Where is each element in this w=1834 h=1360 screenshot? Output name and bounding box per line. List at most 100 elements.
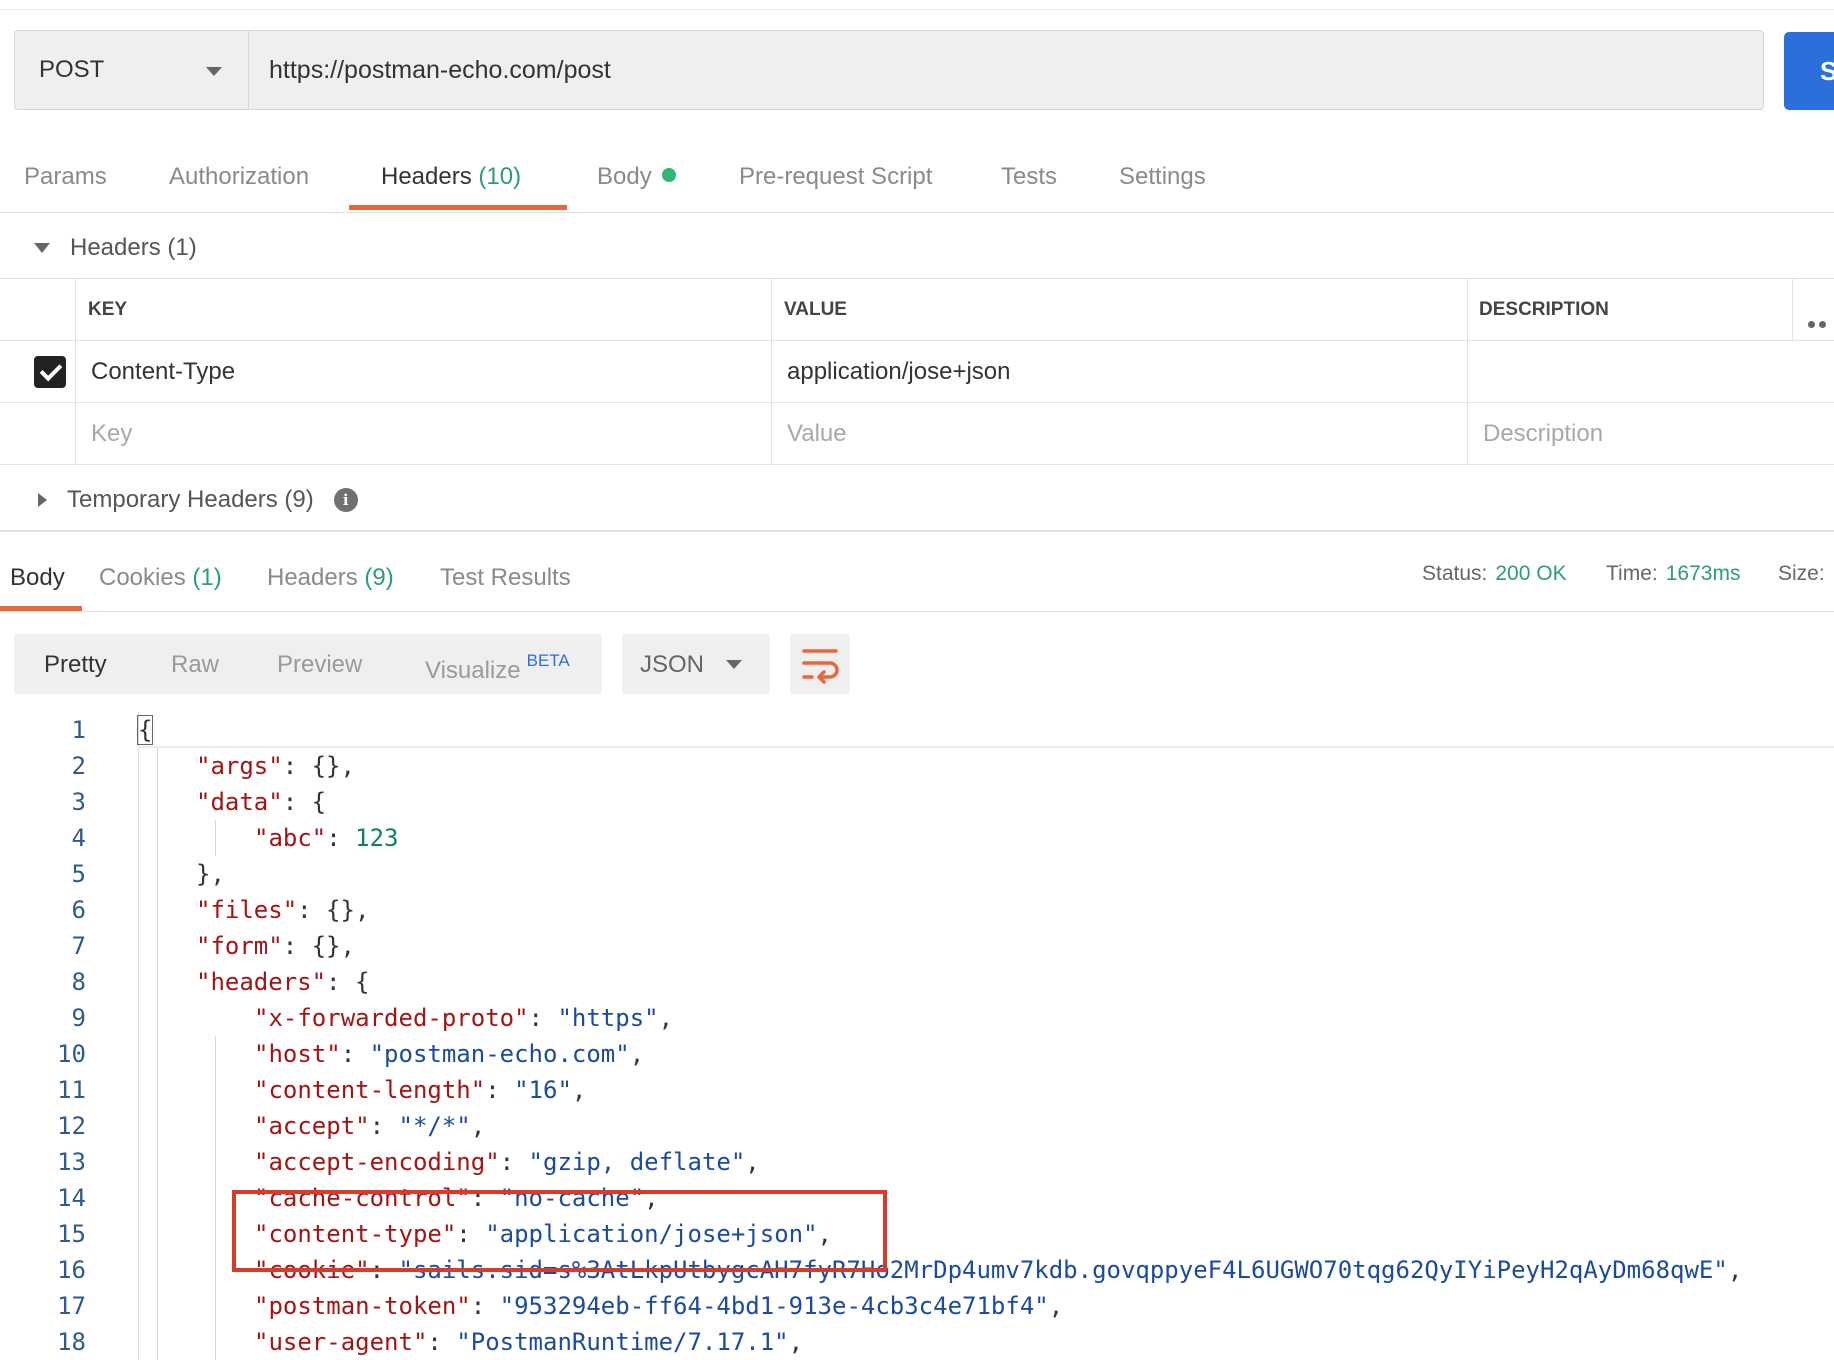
- line-number: 2: [71, 752, 86, 780]
- header-value-cell[interactable]: application/jose+json: [771, 341, 1467, 403]
- header-enabled-checkbox[interactable]: [34, 356, 66, 388]
- active-response-tab-indicator: [0, 606, 82, 611]
- tab-pre-request-script[interactable]: Pre-request Script: [739, 163, 932, 191]
- tab-params[interactable]: Params: [24, 163, 107, 191]
- tab-response-headers[interactable]: Headers (9): [267, 564, 394, 592]
- caret-down-icon: [34, 243, 50, 253]
- code-line: "accept-encoding": "gzip, deflate",: [254, 1148, 760, 1176]
- code-line: "files": {},: [196, 896, 370, 924]
- headers-section-count: (1): [167, 234, 197, 261]
- body-view-modes: Pretty Raw Preview Visualize BETA: [14, 634, 602, 694]
- headers-section-toggle[interactable]: Headers (1): [0, 215, 197, 281]
- format-select[interactable]: JSON: [622, 634, 770, 694]
- new-value-input[interactable]: Value: [771, 403, 1467, 465]
- header-description-cell[interactable]: [1467, 341, 1834, 403]
- mode-visualize[interactable]: Visualize BETA: [425, 651, 570, 685]
- column-description: DESCRIPTION: [1467, 279, 1792, 341]
- temporary-headers-title: Temporary Headers: [67, 486, 278, 513]
- method-label: POST: [39, 56, 105, 83]
- code-line: "abc": 123: [254, 824, 399, 852]
- info-icon[interactable]: i: [333, 488, 358, 512]
- wrap-lines-icon: [802, 649, 839, 684]
- line-number: 8: [71, 968, 86, 996]
- line-number: 15: [57, 1220, 86, 1248]
- line-number: 14: [57, 1184, 86, 1212]
- chevron-down-icon: [726, 660, 742, 669]
- tab-headers-count: (10): [478, 163, 522, 190]
- format-label: JSON: [640, 651, 705, 678]
- tab-test-results[interactable]: Test Results: [440, 564, 571, 592]
- headers-section-title: Headers: [70, 234, 161, 261]
- table-row-new: Key Value Description: [0, 403, 1834, 465]
- send-button[interactable]: S: [1784, 32, 1834, 110]
- line-number: 11: [57, 1076, 86, 1104]
- beta-badge: BETA: [526, 651, 570, 670]
- tab-tests[interactable]: Tests: [1001, 163, 1057, 191]
- code-line: "x-forwarded-proto": "https",: [254, 1004, 674, 1032]
- line-number: 12: [57, 1112, 86, 1140]
- code-line: "postman-token": "953294eb-ff64-4bd1-913…: [254, 1292, 1064, 1320]
- current-line-highlight: [138, 746, 1834, 748]
- line-number: 18: [57, 1328, 86, 1356]
- top-strip: [0, 0, 1834, 10]
- temporary-headers-count: (9): [284, 486, 314, 513]
- method-select[interactable]: POST: [14, 30, 248, 110]
- indent-guide: [215, 1036, 216, 1360]
- response-size: Size:: [1778, 562, 1825, 585]
- mode-preview[interactable]: Preview: [277, 651, 362, 679]
- line-number: 13: [57, 1148, 86, 1176]
- indent-guide: [215, 820, 216, 856]
- line-number: 10: [57, 1040, 86, 1068]
- status-value: 200 OK: [1495, 562, 1567, 585]
- temporary-headers-toggle[interactable]: Temporary Headers (9) i: [0, 467, 358, 533]
- annotation-highlight-box: [232, 1190, 887, 1272]
- line-number: 9: [71, 1004, 86, 1032]
- body-status-dot: [661, 168, 676, 182]
- active-tab-indicator: [349, 205, 567, 210]
- line-number: 6: [71, 896, 86, 924]
- column-options[interactable]: [1792, 279, 1834, 341]
- time-value: 1673ms: [1665, 562, 1741, 585]
- column-value: VALUE: [771, 279, 1467, 341]
- mode-raw[interactable]: Raw: [171, 651, 219, 679]
- code-line: "form": {},: [196, 932, 355, 960]
- headers-table: KEY VALUE DESCRIPTION Content-Type appli…: [0, 278, 1834, 466]
- column-key: KEY: [75, 279, 771, 341]
- tab-response-cookies[interactable]: Cookies (1): [99, 564, 222, 592]
- gutter-divider: [138, 712, 139, 1360]
- line-number: 17: [57, 1292, 86, 1320]
- line-number: 16: [57, 1256, 86, 1284]
- line-number: 3: [71, 788, 86, 816]
- line-number: 1: [71, 716, 86, 744]
- url-input[interactable]: https://postman-echo.com/post: [248, 30, 1764, 110]
- line-number: 7: [71, 932, 86, 960]
- header-key-cell[interactable]: Content-Type: [75, 341, 771, 403]
- code-line: "accept": "*/*",: [254, 1112, 486, 1140]
- tab-authorization[interactable]: Authorization: [169, 163, 309, 191]
- more-options-icon: [1808, 307, 1834, 328]
- code-line: },: [196, 860, 225, 888]
- tab-headers[interactable]: Headers (10): [381, 163, 521, 191]
- table-header-row: KEY VALUE DESCRIPTION: [0, 279, 1834, 341]
- code-line: "host": "postman-echo.com",: [254, 1040, 645, 1068]
- code-line: {: [136, 715, 154, 745]
- tab-settings[interactable]: Settings: [1119, 163, 1206, 191]
- response-tabs: Body Cookies (1) Headers (9) Test Result…: [0, 532, 1834, 612]
- new-description-input[interactable]: Description: [1467, 403, 1834, 465]
- code-line: "user-agent": "PostmanRuntime/7.17.1",: [254, 1328, 804, 1356]
- code-line: "content-length": "16",: [254, 1076, 587, 1104]
- wrap-lines-button[interactable]: [790, 634, 850, 694]
- mode-pretty[interactable]: Pretty: [44, 651, 107, 679]
- response-time: Time: 1673ms: [1606, 562, 1741, 585]
- caret-right-icon: [38, 493, 47, 507]
- table-row: Content-Type application/jose+json: [0, 341, 1834, 403]
- new-key-input[interactable]: Key: [75, 403, 771, 465]
- response-status: Status: 200 OK: [1422, 562, 1567, 585]
- tab-response-body[interactable]: Body: [10, 564, 65, 592]
- line-number: 5: [71, 860, 86, 888]
- code-line: "headers": {: [196, 968, 370, 996]
- tab-body[interactable]: Body: [597, 163, 676, 191]
- line-number: 4: [71, 824, 86, 852]
- request-tabs: Params Authorization Headers (10) Body P…: [0, 130, 1834, 213]
- indent-guide: [157, 748, 158, 1360]
